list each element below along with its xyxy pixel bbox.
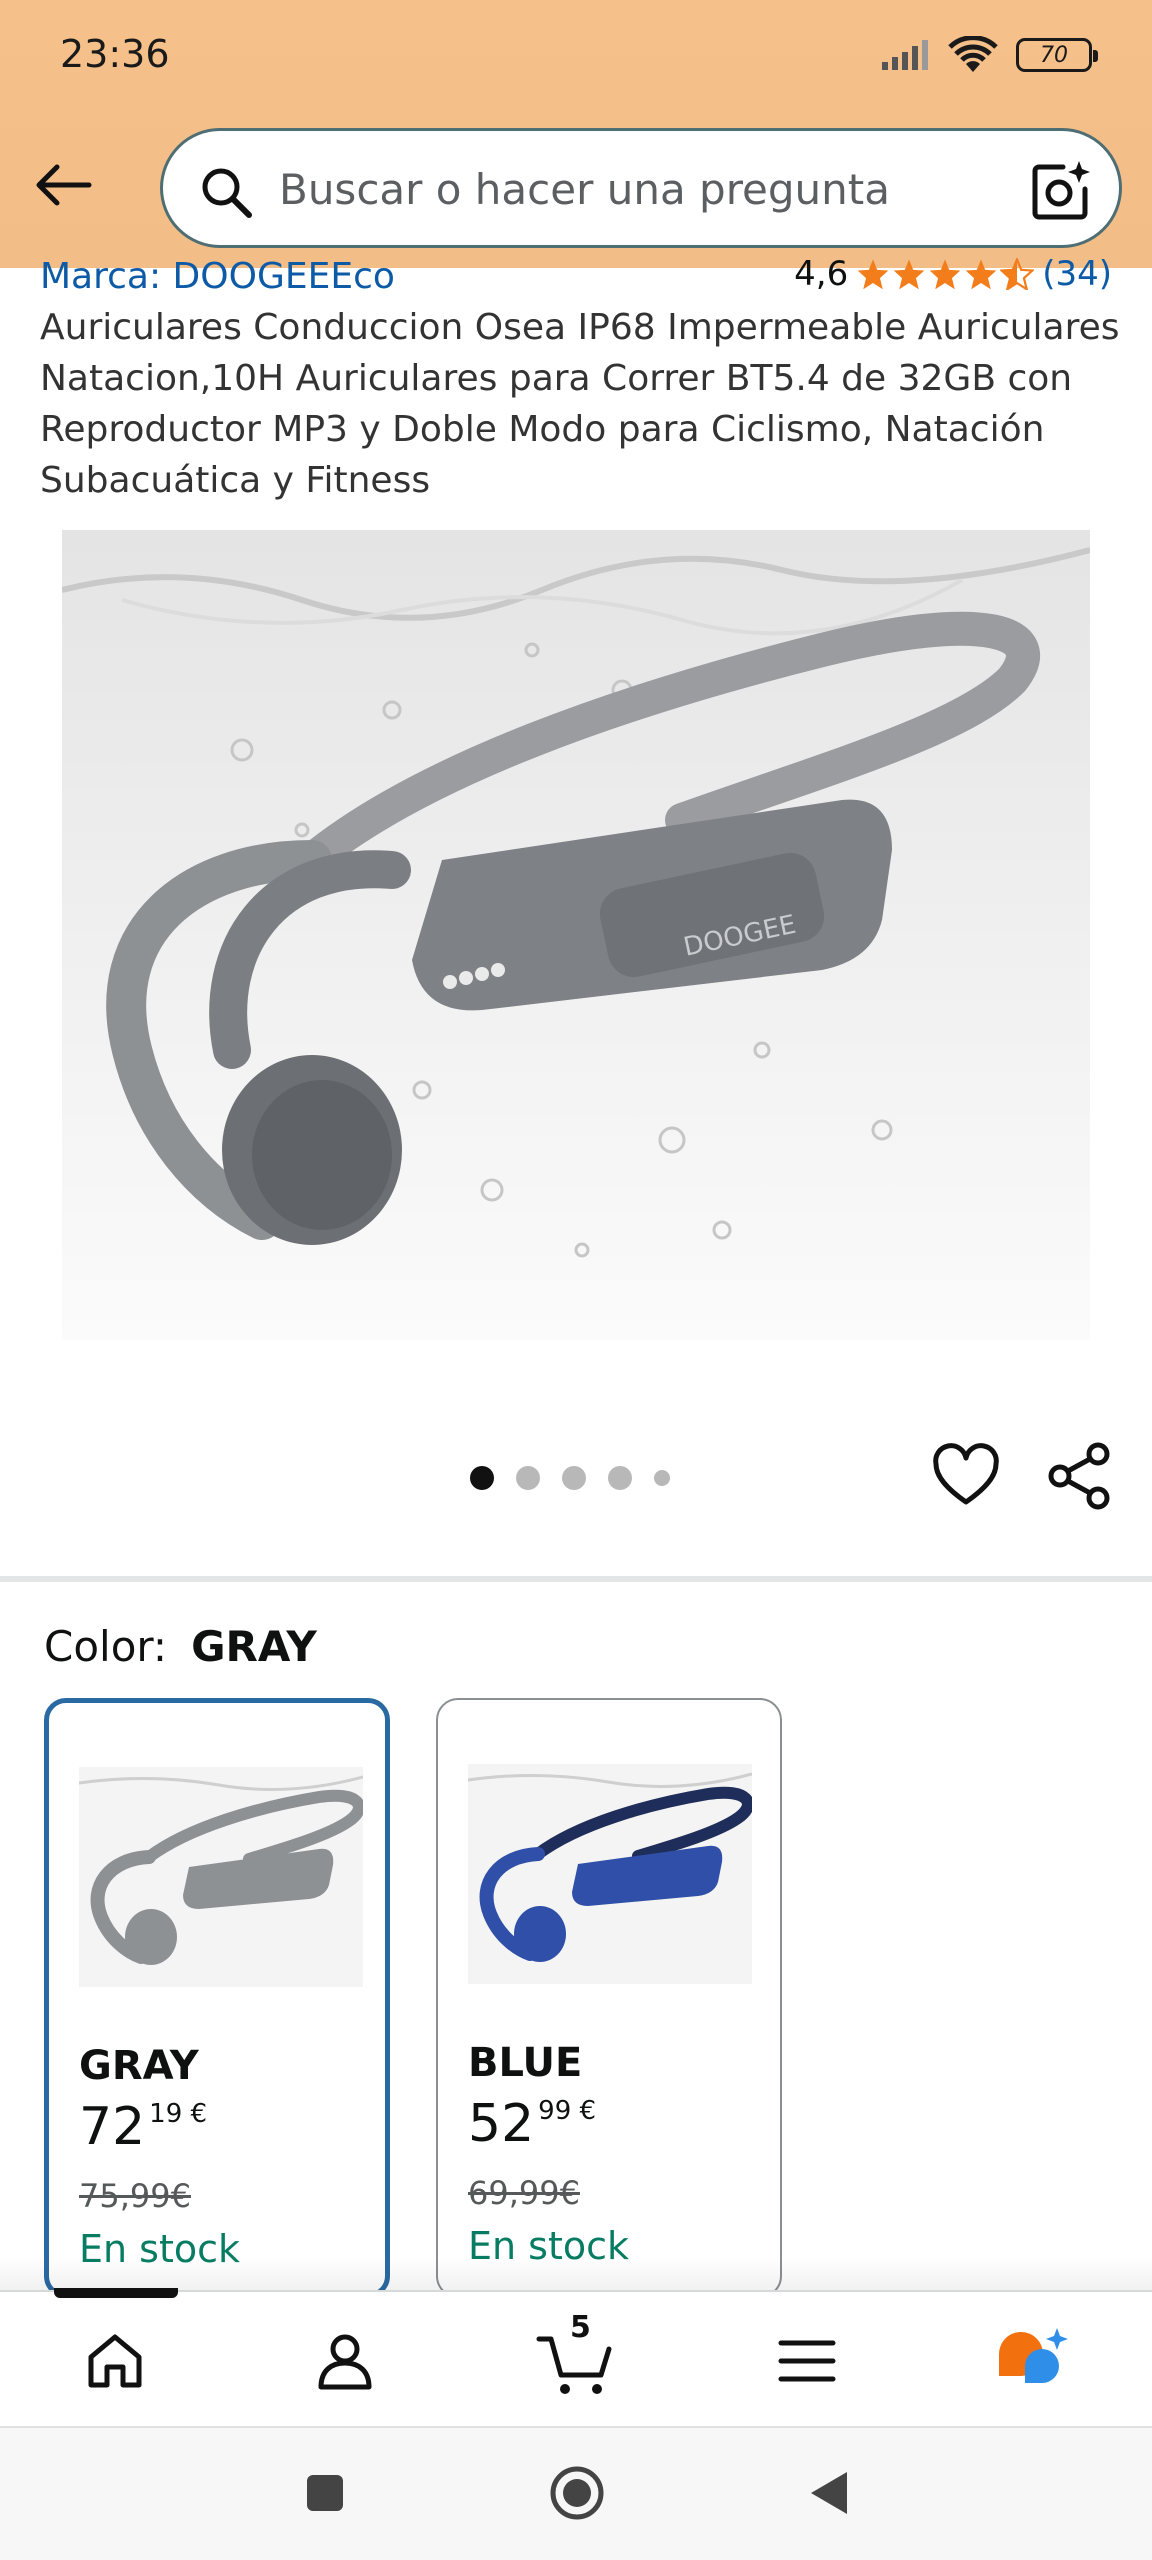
color-option-gray[interactable]: GRAY 72 19 € 75,99€ En stock (44, 1698, 390, 2298)
carousel-dot[interactable] (562, 1466, 586, 1490)
app-header: 23:36 70 (0, 0, 1152, 268)
star-icon (893, 259, 925, 290)
color-selection-label: Color: GRAY (44, 1622, 317, 1671)
product-title: Auriculares Conduccion Osea IP68 Imperme… (40, 307, 1120, 501)
nav-rufus[interactable] (990, 2316, 1080, 2406)
nav-cart[interactable]: 5 (530, 2310, 620, 2406)
swatch-image (79, 1767, 363, 1987)
share-icon (1048, 1442, 1110, 1510)
star-icon (857, 259, 889, 290)
swatch-name: GRAY (79, 2043, 199, 2089)
back-button[interactable] (28, 150, 98, 220)
swatch-price: 72 19 € (79, 2097, 207, 2157)
status-icons: 70 (880, 36, 1098, 74)
swatch-old-price: 69,99€ (468, 2174, 580, 2212)
heart-icon (933, 1443, 999, 1505)
swatch-name: BLUE (468, 2040, 583, 2086)
recent-apps-button[interactable] (292, 2460, 358, 2526)
swatch-image (468, 1764, 752, 1984)
swatch-price: 52 99 € (468, 2094, 596, 2154)
menu-icon (778, 2340, 836, 2382)
nav-home[interactable] (70, 2316, 160, 2406)
star-icon (965, 259, 997, 290)
rating-count[interactable]: (34) (1042, 254, 1112, 294)
price-fraction: 99 (538, 2096, 572, 2126)
account-icon (318, 2334, 372, 2390)
nav-shadow (0, 2256, 1152, 2292)
rating-stars (856, 258, 1035, 290)
carousel-dot[interactable] (516, 1466, 540, 1490)
favorite-button[interactable] (930, 1440, 1002, 1512)
carousel-dot[interactable] (608, 1466, 632, 1490)
price-fraction: 19 (149, 2099, 183, 2129)
battery-icon: 70 (1016, 38, 1098, 72)
star-half-icon (1000, 258, 1035, 290)
camera-search-icon[interactable] (1029, 159, 1093, 223)
search-icon (202, 168, 252, 218)
brand-link[interactable]: Marca: DOOGEEEco (40, 256, 395, 297)
system-back-button[interactable] (796, 2460, 862, 2526)
headphones-illustration: DOOGEE (62, 530, 1090, 1340)
search-input[interactable] (279, 161, 939, 217)
circle-icon (550, 2466, 604, 2520)
square-icon (307, 2475, 343, 2511)
swatch-old-price: 75,99€ (79, 2177, 191, 2215)
signal-icon (882, 40, 928, 70)
status-time: 23:36 (60, 32, 170, 76)
triangle-back-icon (811, 2472, 847, 2514)
home-button[interactable] (544, 2460, 610, 2526)
wifi-icon (948, 36, 998, 72)
cart-count-badge: 5 (570, 2310, 591, 2345)
nav-active-indicator (54, 2288, 178, 2298)
rating-value: 4,6 (794, 254, 849, 294)
product-image[interactable]: DOOGEE (62, 530, 1090, 1340)
home-icon (88, 2334, 142, 2388)
status-bar: 23:36 70 (0, 0, 1152, 116)
rating-summary[interactable]: 4,6 (34) (794, 254, 1112, 294)
carousel-dot[interactable] (654, 1470, 670, 1486)
color-selected-value: GRAY (191, 1622, 317, 1671)
carousel-dot[interactable] (470, 1466, 494, 1490)
nav-menu[interactable] (762, 2316, 852, 2406)
color-label-text: Color: (44, 1622, 168, 1671)
price-whole: 72 (79, 2097, 146, 2157)
nav-account[interactable] (300, 2316, 390, 2406)
price-currency: € (579, 2096, 597, 2126)
battery-level: 70 (1040, 42, 1068, 68)
section-divider (0, 1576, 1152, 1582)
rufus-icon (999, 2328, 1068, 2383)
price-whole: 52 (468, 2094, 535, 2154)
share-button[interactable] (1044, 1440, 1116, 1512)
image-carousel-dots[interactable] (470, 1466, 670, 1490)
star-icon (929, 259, 961, 290)
price-currency: € (190, 2099, 208, 2129)
arrow-left-icon (36, 164, 92, 206)
search-bar[interactable] (160, 128, 1122, 248)
color-option-blue[interactable]: BLUE 52 99 € 69,99€ En stock (436, 1698, 782, 2298)
